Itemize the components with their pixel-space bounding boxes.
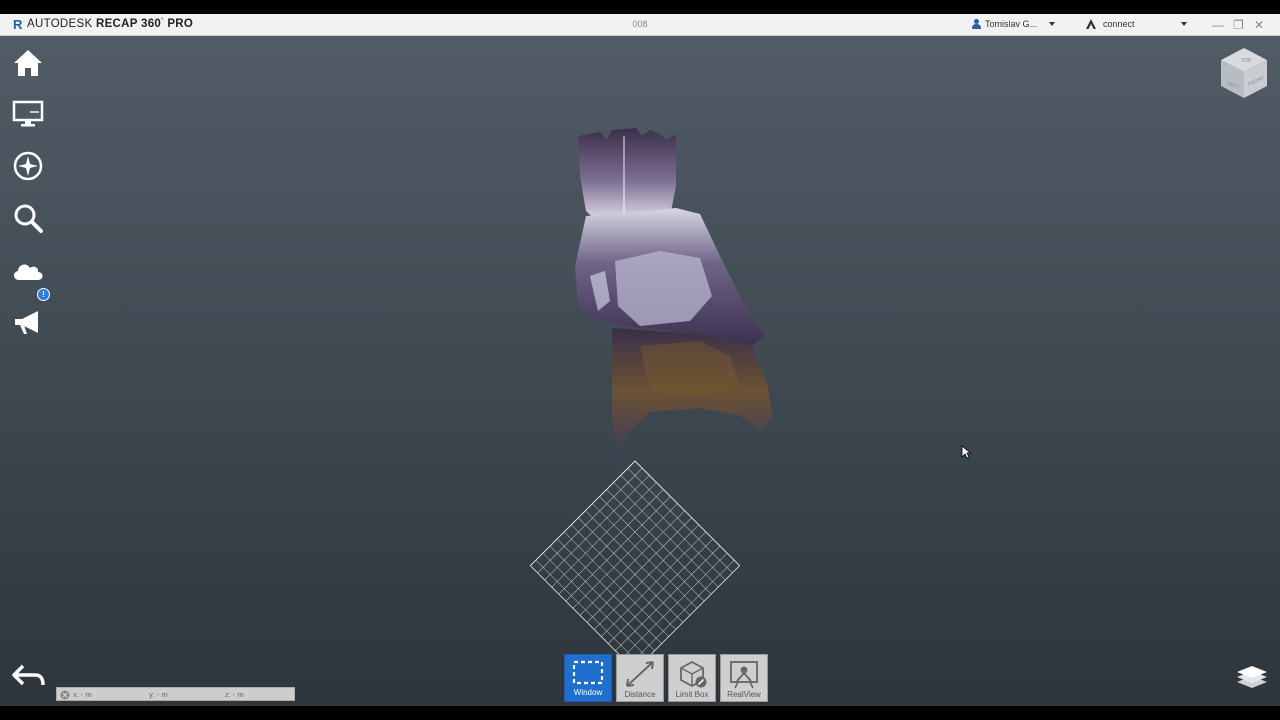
minimize-button[interactable]: — — [1212, 18, 1224, 32]
view-cube[interactable]: TOP LEFT FRONT — [1218, 46, 1270, 107]
distance-icon — [626, 661, 654, 687]
megaphone-icon — [15, 311, 38, 334]
limit-box-button[interactable]: Limit Box — [668, 654, 716, 702]
mouse-cursor-icon — [961, 445, 971, 459]
announcements-button[interactable] — [10, 304, 46, 340]
realview-label: RealView — [727, 690, 761, 699]
search-button[interactable] — [10, 200, 46, 236]
connect-menu[interactable]: connect — [1085, 18, 1187, 30]
product-name: RECAP 360 — [95, 18, 162, 30]
coord-z: z: - m — [225, 690, 244, 699]
layers-icon — [1237, 666, 1267, 688]
limit-box-icon — [680, 660, 707, 688]
coordinate-readout: x: - m y: - m z: - m — [56, 687, 295, 701]
compass-icon — [13, 151, 43, 181]
brand-name: AUTODESK — [27, 18, 93, 30]
restore-button[interactable]: ❐ — [1233, 18, 1244, 32]
layers-button[interactable] — [1236, 664, 1268, 695]
home-button[interactable] — [10, 45, 46, 81]
app-title: AUTODESK RECAP 360° PRO — [27, 18, 194, 30]
view-cube-icon: TOP LEFT FRONT — [1221, 48, 1267, 98]
cloud-button[interactable] — [10, 252, 46, 288]
window-select-icon — [572, 660, 604, 685]
autodesk-a-icon — [1086, 19, 1096, 29]
user-name: Tomislav G... — [985, 19, 1038, 29]
display-settings-button[interactable] — [10, 96, 46, 132]
document-title: 008 — [632, 19, 648, 29]
limit-box-label: Limit Box — [675, 690, 709, 699]
back-arrow-icon — [12, 664, 45, 686]
home-icon — [14, 50, 42, 76]
realview-icon — [730, 661, 758, 689]
recap-logo: R — [13, 17, 23, 32]
window-select-label: Window — [573, 688, 603, 697]
title-bar: R AUTODESK RECAP 360° PRO 008 Tomislav G… — [0, 14, 1280, 36]
distance-label: Distance — [624, 690, 656, 699]
chevron-down-icon — [1049, 22, 1056, 26]
search-icon — [14, 204, 43, 233]
point-cloud-model — [529, 128, 772, 671]
3d-viewport[interactable]: ! TOP LEFT FRONT — [0, 36, 1280, 706]
edition-name: PRO — [167, 18, 194, 30]
user-icon — [972, 19, 981, 29]
chevron-down-icon — [1180, 22, 1187, 26]
back-button[interactable] — [10, 658, 46, 694]
navigation-button[interactable] — [10, 148, 46, 184]
cube-face-top: TOP — [1241, 58, 1252, 64]
user-menu[interactable]: Tomislav G... — [972, 19, 1056, 29]
screen-top-border — [0, 0, 1280, 14]
monitor-icon — [12, 100, 44, 127]
coord-x: x: - m — [73, 690, 92, 699]
cloud-icon — [13, 264, 43, 280]
screen-bottom-border — [0, 706, 1280, 720]
close-circle-icon[interactable] — [60, 690, 70, 700]
window-select-button[interactable]: Window — [564, 654, 612, 702]
distance-button[interactable]: Distance — [616, 654, 664, 702]
notification-badge: ! — [37, 288, 50, 301]
connect-label: connect — [1103, 19, 1135, 29]
realview-button[interactable]: RealView — [720, 654, 768, 702]
close-button[interactable]: ✕ — [1254, 18, 1264, 32]
coord-y: y: - m — [149, 690, 168, 699]
